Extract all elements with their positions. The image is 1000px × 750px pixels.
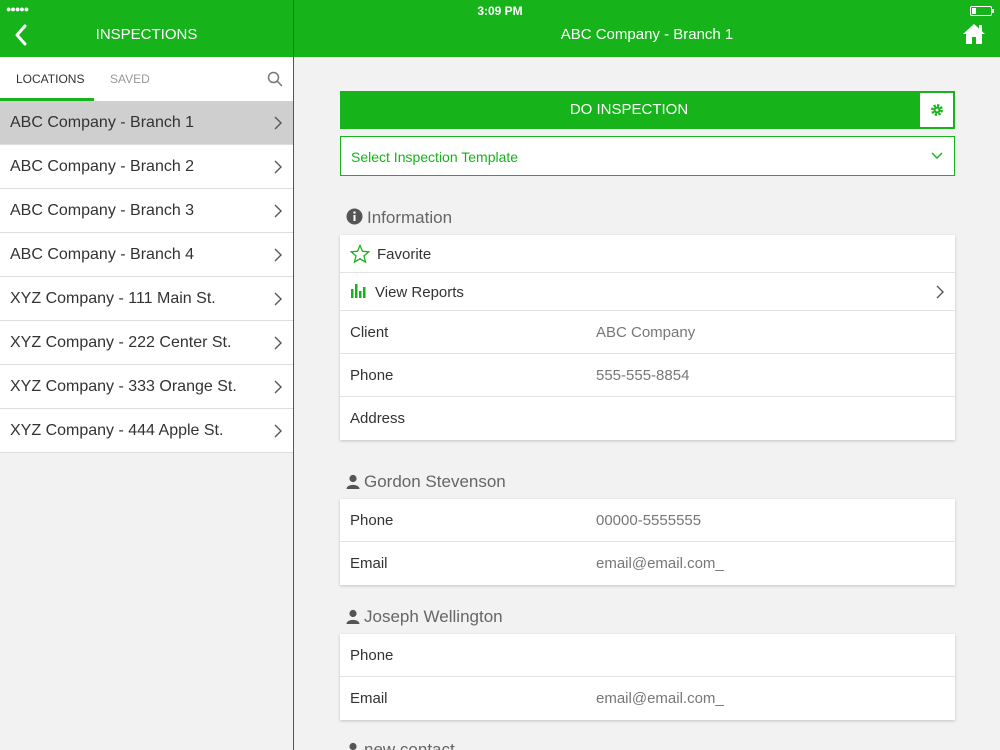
info-icon <box>346 208 363 225</box>
location-item[interactable]: ABC Company - Branch 2 <box>0 145 293 189</box>
location-item[interactable]: ABC Company - Branch 4 <box>0 233 293 277</box>
view-reports-label: View Reports <box>375 284 464 301</box>
phone-row: Phone 555-555-8854 <box>340 354 955 397</box>
contact-phone-value: 00000-5555555 <box>596 512 702 529</box>
contact-email-row: Email email@email.com_ <box>340 677 955 720</box>
location-label: ABC Company - Branch 1 <box>10 114 195 131</box>
client-value: ABC Company <box>596 324 696 341</box>
person-icon <box>346 609 360 624</box>
location-item[interactable]: XYZ Company - 222 Center St. <box>0 321 293 365</box>
chevron-right-icon <box>274 248 282 262</box>
locations-panel: LOCATIONS SAVED ABC Company - Branch 1 A… <box>0 57 293 750</box>
chevron-right-icon <box>274 380 282 394</box>
address-row: Address <box>340 397 955 440</box>
contact-email-row: Email email@email.com_ <box>340 542 955 585</box>
contact-phone-row: Phone 00000-5555555 <box>340 499 955 542</box>
tab-bar: LOCATIONS SAVED <box>0 57 293 101</box>
do-inspection-button[interactable]: DO INSPECTION <box>340 91 918 129</box>
inspection-template-select[interactable]: Select Inspection Template <box>340 136 955 176</box>
new-contact-section-title[interactable]: new contact <box>346 740 455 750</box>
view-reports-row[interactable]: View Reports <box>340 273 955 311</box>
chevron-right-icon <box>274 160 282 174</box>
contact-name: Gordon Stevenson <box>364 472 506 491</box>
chevron-right-icon <box>936 285 944 299</box>
home-icon[interactable] <box>962 22 986 46</box>
contact-phone-row: Phone <box>340 634 955 677</box>
status-time: 3:09 PM <box>477 4 523 18</box>
left-header: INSPECTIONS <box>0 18 293 57</box>
inspection-settings-button[interactable] <box>918 91 955 129</box>
location-label: ABC Company - Branch 3 <box>10 202 195 219</box>
phone-label: Phone <box>350 367 394 384</box>
person-icon <box>349 742 357 750</box>
gear-icon <box>931 104 943 116</box>
star-icon <box>350 244 370 264</box>
contact-card: Phone 00000-5555555 Email email@email.co… <box>340 499 955 585</box>
search-icon[interactable] <box>267 71 283 87</box>
tab-saved[interactable]: SAVED <box>110 72 150 86</box>
tab-locations[interactable]: LOCATIONS <box>16 72 84 86</box>
favorite-row[interactable]: Favorite <box>340 235 955 273</box>
location-item[interactable]: ABC Company - Branch 1 <box>0 101 293 145</box>
location-label: XYZ Company - 333 Orange St. <box>10 378 237 395</box>
bar-chart-icon <box>351 284 366 298</box>
new-contact-label: new contact <box>364 740 455 750</box>
address-label: Address <box>350 410 406 427</box>
location-item[interactable]: XYZ Company - 111 Main St. <box>0 277 293 321</box>
contact-phone-label: Phone <box>350 512 394 529</box>
location-label: XYZ Company - 444 Apple St. <box>10 422 224 439</box>
client-row: Client ABC Company <box>340 311 955 354</box>
client-label: Client <box>350 324 389 341</box>
chevron-right-icon <box>274 116 282 130</box>
template-select-value: Select Inspection Template <box>351 149 519 165</box>
location-list: ABC Company - Branch 1 ABC Company - Bra… <box>0 101 293 453</box>
chevron-right-icon <box>274 204 282 218</box>
information-section-title: Information <box>346 208 452 228</box>
person-icon <box>346 474 360 489</box>
contact-card: Phone Email email@email.com_ <box>340 634 955 720</box>
favorite-label: Favorite <box>377 246 432 263</box>
location-label: XYZ Company - 111 Main St. <box>10 290 216 307</box>
location-item[interactable]: XYZ Company - 333 Orange St. <box>0 365 293 409</box>
location-item[interactable]: XYZ Company - 444 Apple St. <box>0 409 293 453</box>
contact-email-label: Email <box>350 555 388 572</box>
chevron-right-icon <box>274 424 282 438</box>
location-label: ABC Company - Branch 2 <box>10 158 195 175</box>
information-card: Favorite View Reports Client ABC Company… <box>340 235 955 440</box>
contact-section-title: Gordon Stevenson <box>346 472 506 492</box>
chevron-down-icon <box>931 152 943 159</box>
location-item[interactable]: ABC Company - Branch 3 <box>0 189 293 233</box>
contact-email-value: email@email.com_ <box>596 555 724 572</box>
location-label: ABC Company - Branch 4 <box>10 246 195 263</box>
contact-email-value: email@email.com_ <box>596 690 724 707</box>
left-header-title: INSPECTIONS <box>95 26 198 43</box>
battery-icon <box>970 6 994 16</box>
contact-phone-label: Phone <box>350 647 394 664</box>
contact-section-title: Joseph Wellington <box>346 607 503 627</box>
panel-divider <box>293 0 294 750</box>
contact-name: Joseph Wellington <box>364 607 503 626</box>
location-label: XYZ Company - 222 Center St. <box>10 334 232 351</box>
information-title-text: Information <box>367 208 453 227</box>
chevron-right-icon <box>274 336 282 350</box>
phone-value: 555-555-8854 <box>596 367 690 384</box>
top-bar: ●●●●● 3:09 PM INSPECTIONS ABC Company - … <box>0 0 1000 57</box>
contact-email-label: Email <box>350 690 388 707</box>
location-title: ABC Company - Branch 1 <box>560 26 734 43</box>
chevron-right-icon <box>274 292 282 306</box>
